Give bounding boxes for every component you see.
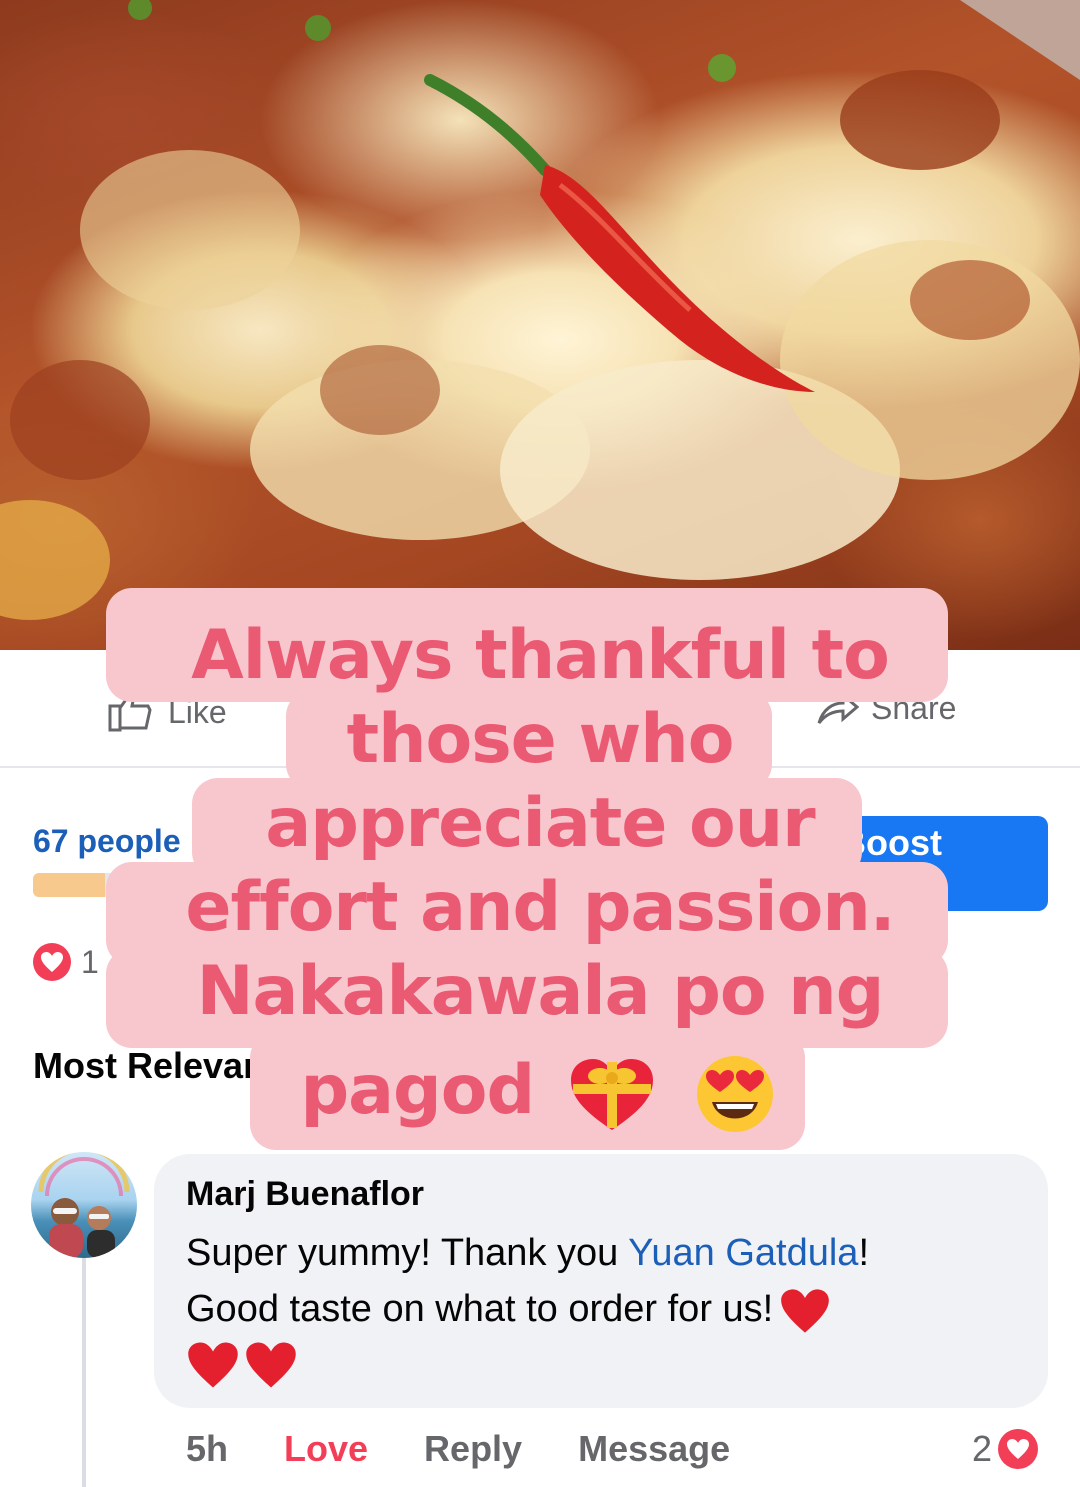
caption-line: Nakakawala po ng [196,952,885,1031]
thumbs-up-icon [108,692,152,732]
comment-timestamp[interactable]: 5h [186,1428,228,1470]
comment-hearts [186,1340,298,1390]
love-reaction-icon [33,943,71,981]
comment-mention-link[interactable]: Yuan Gatdula [628,1232,858,1274]
food-photo-graphic [0,0,1080,620]
boost-post-button[interactable]: Boost Post [840,816,1048,911]
reaction-count: 1 [81,943,99,980]
reach-text: 67 people [33,823,181,859]
caption-bg [106,948,948,1048]
comment-text-before-mention: Super yummy! Thank you [186,1232,629,1274]
reaction-summary[interactable]: 1 [33,943,99,981]
like-button[interactable]: Like [108,692,227,732]
post-photo[interactable] [0,0,1080,650]
comment-line-2: Good taste on what to order for us! [186,1281,1026,1337]
comment-love-button[interactable]: Love [284,1428,368,1470]
comment-reaction-count[interactable]: 2 [972,1428,1039,1470]
love-reaction-icon [998,1429,1039,1469]
heart-with-ribbon-emoji-icon [570,1059,653,1131]
reach-progress-fill [33,873,105,897]
avatar[interactable] [31,1152,137,1258]
comment-thread-line [82,1258,86,1487]
comment-reaction-number: 2 [972,1428,993,1469]
share-button[interactable]: Share [815,690,956,727]
comment-line-1: Super yummy! Thank you Yuan Gatdula! [186,1225,1026,1281]
comment-reply-button[interactable]: Reply [424,1428,522,1470]
comment-body: Super yummy! Thank you Yuan Gatdula! Goo… [186,1225,1026,1337]
comment-author[interactable]: Marj Buenaflor [186,1175,424,1214]
caption-bg [192,778,862,878]
comment-message-button[interactable]: Message [578,1428,730,1470]
avatar-photo-graphic [38,1152,130,1258]
reach-progress-bar [33,873,833,897]
red-heart-emoji-icon [246,1342,296,1388]
caption-line: pagod [300,1051,535,1130]
share-icon [817,691,859,724]
red-heart-emoji-icon [781,1289,830,1333]
comment-text-after-mention: ! [858,1232,870,1274]
caption-bg [250,1032,805,1150]
comment-sort-dropdown[interactable]: Most Relevant [33,1045,277,1087]
share-label: Share [871,690,957,726]
like-label: Like [168,693,227,730]
red-heart-emoji-icon [188,1342,238,1388]
heart-eyes-emoji-icon [696,1056,773,1133]
comment-line-2-text: Good taste on what to order for us! [186,1288,774,1330]
comment-actions: 5h Love Reply Message [186,1428,786,1470]
